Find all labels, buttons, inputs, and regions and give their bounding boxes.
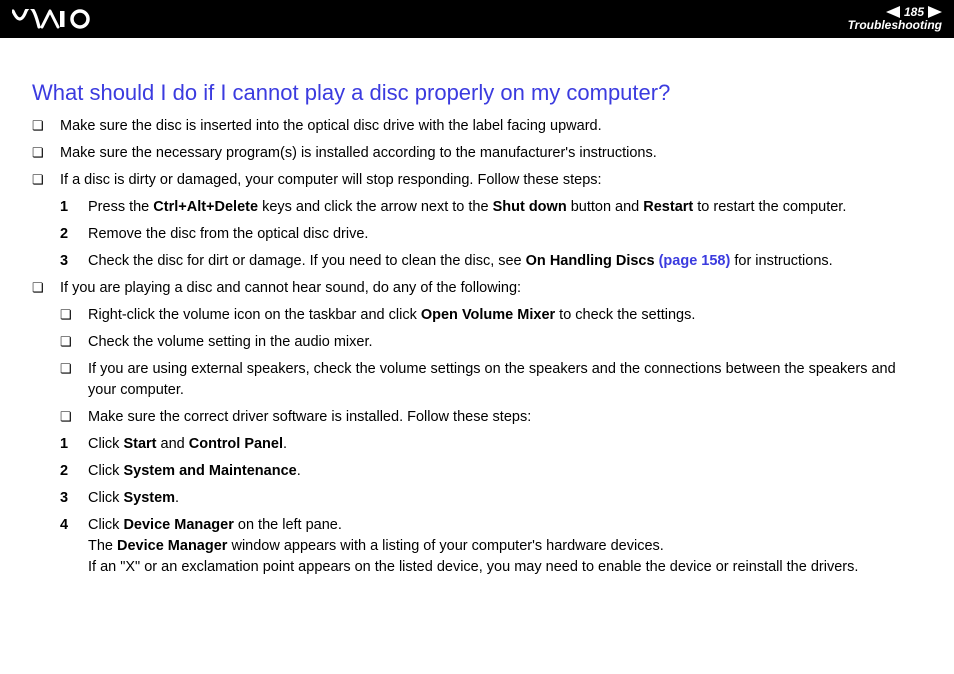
step-number: 1: [60, 434, 76, 455]
square-bullet-icon: ❏: [32, 170, 48, 190]
list-item: ❏ If a disc is dirty or damaged, your co…: [32, 170, 922, 191]
list-text: If a disc is dirty or damaged, your comp…: [60, 170, 602, 191]
step-item: 3 Click System.: [32, 488, 922, 509]
list-item: ❏ Right-click the volume icon on the tas…: [32, 305, 922, 326]
step-number: 2: [60, 461, 76, 482]
page-title: What should I do if I cannot play a disc…: [32, 80, 922, 106]
step-text: Click Device Manager on the left pane.Th…: [88, 515, 858, 578]
list-text: Make sure the necessary program(s) is in…: [60, 143, 657, 164]
step-text: Press the Ctrl+Alt+Delete keys and click…: [88, 197, 846, 218]
list-item: ❏ Make sure the disc is inserted into th…: [32, 116, 922, 137]
square-bullet-icon: ❏: [60, 407, 76, 427]
step-text: Click System.: [88, 488, 179, 509]
prev-page-arrow-icon[interactable]: [886, 6, 900, 18]
step-number: 4: [60, 515, 76, 536]
list-item: ❏ If you are using external speakers, ch…: [32, 359, 922, 401]
step-text: Remove the disc from the optical disc dr…: [88, 224, 368, 245]
section-name: Troubleshooting: [848, 19, 942, 32]
list-text: If you are using external speakers, chec…: [88, 359, 922, 401]
square-bullet-icon: ❏: [60, 305, 76, 325]
step-text: Click Start and Control Panel.: [88, 434, 287, 455]
step-number: 3: [60, 488, 76, 509]
step-text: Click System and Maintenance.: [88, 461, 301, 482]
step-number: 3: [60, 251, 76, 272]
list-text: Check the volume setting in the audio mi…: [88, 332, 373, 353]
list-text: Make sure the disc is inserted into the …: [60, 116, 602, 137]
step-item: 1 Press the Ctrl+Alt+Delete keys and cli…: [32, 197, 922, 218]
list-text: If you are playing a disc and cannot hea…: [60, 278, 521, 299]
square-bullet-icon: ❏: [32, 278, 48, 298]
list-item: ❏ If you are playing a disc and cannot h…: [32, 278, 922, 299]
step-number: 1: [60, 197, 76, 218]
page-header: 185 Troubleshooting: [0, 0, 954, 38]
square-bullet-icon: ❏: [32, 116, 48, 136]
step-item: 2 Remove the disc from the optical disc …: [32, 224, 922, 245]
list-text: Make sure the correct driver software is…: [88, 407, 531, 428]
page-content: What should I do if I cannot play a disc…: [0, 38, 954, 594]
step-number: 2: [60, 224, 76, 245]
list-item: ❏ Make sure the necessary program(s) is …: [32, 143, 922, 164]
vaio-logo: [12, 9, 102, 29]
step-text: Check the disc for dirt or damage. If yo…: [88, 251, 833, 272]
next-page-arrow-icon[interactable]: [928, 6, 942, 18]
step-item: 4 Click Device Manager on the left pane.…: [32, 515, 922, 578]
list-item: ❏ Check the volume setting in the audio …: [32, 332, 922, 353]
page-nav: 185 Troubleshooting: [848, 6, 942, 32]
square-bullet-icon: ❏: [60, 332, 76, 352]
step-item: 2 Click System and Maintenance.: [32, 461, 922, 482]
square-bullet-icon: ❏: [60, 359, 76, 379]
list-item: ❏ Make sure the correct driver software …: [32, 407, 922, 428]
page-link[interactable]: (page 158): [655, 253, 731, 269]
step-item: 3 Check the disc for dirt or damage. If …: [32, 251, 922, 272]
step-item: 1 Click Start and Control Panel.: [32, 434, 922, 455]
square-bullet-icon: ❏: [32, 143, 48, 163]
list-text: Right-click the volume icon on the taskb…: [88, 305, 695, 326]
